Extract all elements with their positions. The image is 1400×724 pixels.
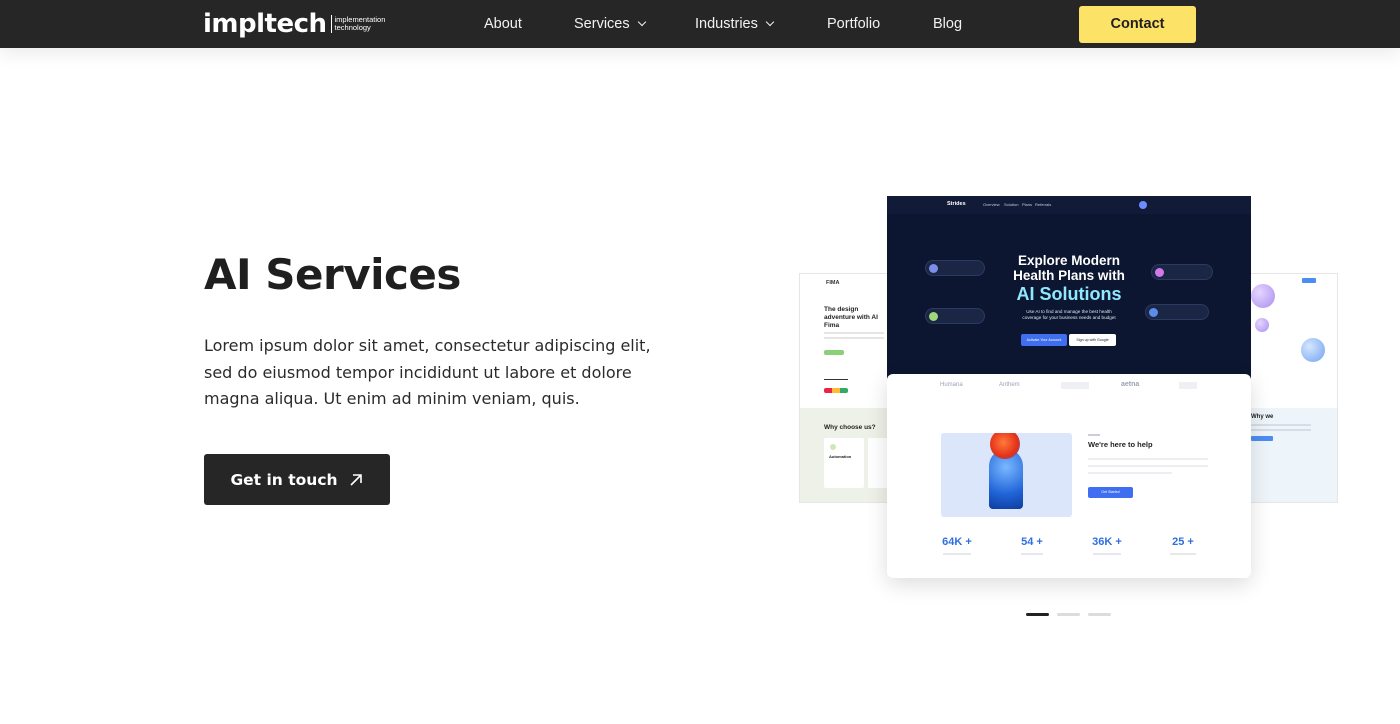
logo-wordmark: impltech xyxy=(203,9,327,39)
chevron-down-icon xyxy=(765,17,775,27)
logo-divider xyxy=(330,15,332,33)
contact-button[interactable]: Contact xyxy=(1079,6,1196,43)
mockup-right-cta xyxy=(1251,436,1273,441)
check-icon xyxy=(830,444,836,450)
mockup-left-line xyxy=(824,337,884,339)
user-icon xyxy=(1149,308,1158,317)
logo[interactable]: impltech implementation technology xyxy=(203,8,385,40)
mockup-left-feature-card: Automation xyxy=(824,438,864,488)
mockup-right-sphere xyxy=(1301,338,1325,362)
mockup-left-section-title: Why choose us? xyxy=(824,424,876,431)
carousel-dot-3[interactable] xyxy=(1088,613,1111,616)
mockup-right-line xyxy=(1251,424,1311,426)
mockup-stat: 64K + xyxy=(917,536,997,555)
mockup-right-line xyxy=(1251,429,1311,431)
mockup-left-avatars xyxy=(824,388,848,393)
nav-services[interactable]: Services xyxy=(574,15,646,33)
arrow-up-right-icon xyxy=(349,473,362,486)
mockup-stat-value: 64K + xyxy=(942,536,972,548)
mockup-eyebrow xyxy=(1088,434,1100,436)
mockup-stat-caption xyxy=(943,553,971,555)
mockup-dark-primary-button: Activate Your Account xyxy=(1021,334,1067,346)
user-icon xyxy=(929,312,938,321)
mockup-stat-value: 25 + xyxy=(1172,536,1194,548)
mockup-left-headline: The design adventure with AI Fima xyxy=(824,306,878,329)
mockup-right-section: Why we xyxy=(1247,408,1337,502)
mockup-left-section: Why choose us? Automation xyxy=(800,408,888,502)
nav-industries[interactable]: Industries xyxy=(695,15,775,33)
logo-tagline: implementation technology xyxy=(334,15,386,33)
mockup-right-sphere xyxy=(1251,284,1275,308)
mockup-left-card: FIMA The design adventure with AI Fima W… xyxy=(799,273,889,503)
mockup-dark-heading-highlight: AI Solutions xyxy=(1016,284,1122,304)
mockup-dark-nav-item: Plans xyxy=(1022,202,1033,207)
page-title: AI Services xyxy=(204,250,461,299)
mockup-white-page: Humana Anthem aetna We're here to help G… xyxy=(887,374,1251,578)
mockup-stat-value: 54 + xyxy=(1021,536,1043,548)
mockup-help-title: We're here to help xyxy=(1088,440,1153,449)
mockup-left-line xyxy=(824,332,884,334)
nav-services-label: Services xyxy=(574,16,630,32)
get-in-touch-button[interactable]: Get in touch xyxy=(204,454,390,505)
mockup-text-line xyxy=(1088,472,1172,474)
nav-industries-label: Industries xyxy=(695,16,758,32)
mockup-dark-nav-item: Overview xyxy=(983,202,1000,207)
mockup-right-sphere xyxy=(1255,318,1269,332)
mockup-stat: 25 + xyxy=(1143,536,1223,555)
partner-logo xyxy=(1061,382,1089,389)
mockup-brain-image xyxy=(941,433,1072,517)
carousel-dot-2[interactable] xyxy=(1057,613,1080,616)
mockup-left-brand: FIMA xyxy=(826,280,840,286)
mockup-right-card: Why we xyxy=(1246,273,1338,503)
mockup-stat-caption xyxy=(1093,553,1121,555)
mockup-dark-floating-card xyxy=(1151,264,1213,280)
mockup-get-started-button: Get Started xyxy=(1088,487,1133,498)
partner-logo: aetna xyxy=(1121,381,1140,388)
partner-logo xyxy=(1179,382,1197,389)
mockup-dark-floating-card xyxy=(1145,304,1209,320)
nav-blog[interactable]: Blog xyxy=(933,15,962,33)
carousel-dot-1[interactable] xyxy=(1026,613,1049,616)
mockup-stat: 36K + xyxy=(1067,536,1147,555)
nav-about[interactable]: About xyxy=(484,15,522,33)
nav-about-label: About xyxy=(484,16,522,32)
mockup-left-feature-title: Automation xyxy=(829,454,852,459)
mockup-text-line xyxy=(1088,465,1208,467)
mockup-dark-floating-card xyxy=(925,260,985,276)
mockup-left-pill xyxy=(824,350,844,355)
mockup-right-button xyxy=(1302,278,1316,283)
partner-logo: Anthem xyxy=(999,382,1020,388)
mockup-dark-floating-card xyxy=(925,308,985,324)
mockup-dark-nav: Strides Overview Solution Plans Referral… xyxy=(887,196,1251,214)
mockup-left-feature-card xyxy=(868,438,888,488)
nav-blog-label: Blog xyxy=(933,16,963,32)
mockup-dark-google-button: Sign up with Google xyxy=(1069,334,1116,346)
logo-tagline-line2: technology xyxy=(334,23,371,32)
nav-portfolio-label: Portfolio xyxy=(827,16,881,32)
mockup-dark-hero: Strides Overview Solution Plans Referral… xyxy=(887,196,1251,386)
mockup-text-line xyxy=(1088,458,1208,460)
mockup-stat-value: 36K + xyxy=(1092,536,1122,548)
heart-icon xyxy=(1155,268,1164,277)
chevron-down-icon xyxy=(637,17,646,27)
mockup-dark-nav-item: Referrals xyxy=(1035,202,1052,207)
user-icon xyxy=(929,264,938,273)
partner-logo: Humana xyxy=(940,382,963,388)
mockup-left-underline xyxy=(824,379,848,380)
top-nav: impltech implementation technology About… xyxy=(0,0,1400,48)
mockup-dark-brand: Strides xyxy=(947,201,966,207)
mockup-stat: 54 + xyxy=(992,536,1072,555)
hero-description: Lorem ipsum dolor sit amet, consectetur … xyxy=(204,336,651,408)
mockup-stat-caption xyxy=(1021,553,1043,555)
nav-portfolio[interactable]: Portfolio xyxy=(827,15,880,33)
mockup-stat-caption xyxy=(1170,553,1196,555)
mockup-right-heading: Why we xyxy=(1251,414,1274,420)
avatar xyxy=(1139,201,1147,209)
get-in-touch-label: Get in touch xyxy=(230,470,338,489)
mockup-dark-nav-item: Solution xyxy=(1004,202,1019,207)
